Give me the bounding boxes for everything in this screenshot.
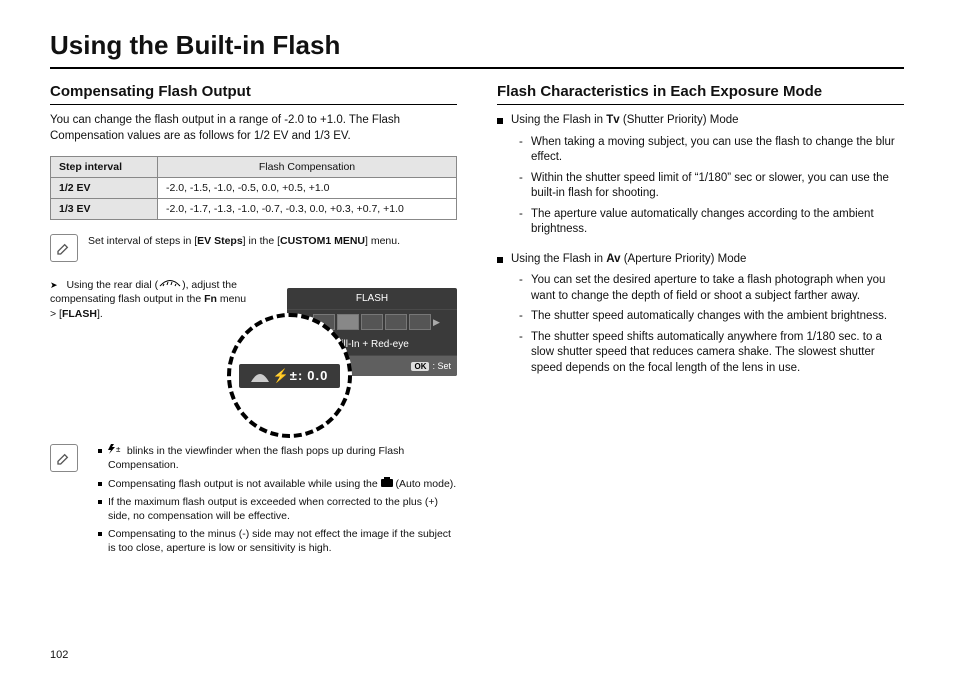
dial-scale-icon — [251, 370, 269, 382]
note-text: ] menu. — [365, 235, 400, 247]
zoom-flash-comp-value: ⚡±:0.0 — [239, 364, 341, 388]
svg-text:±: ± — [116, 445, 121, 454]
note-item: ± blinks in the viewfinder when the flas… — [98, 444, 457, 472]
section-heading-characteristics: Flash Characteristics in Each Exposure M… — [497, 83, 904, 105]
lcd-set-label: OK: Set — [411, 361, 451, 371]
lcd-title: FLASH — [287, 288, 457, 310]
flash-mode-icon — [361, 314, 383, 330]
note-text: ] in the [ — [243, 235, 280, 247]
callout-bold: Fn — [204, 293, 217, 305]
note-ev-steps: Set interval of steps in [EV Steps] in t… — [50, 234, 457, 262]
page-number: 102 — [50, 649, 68, 661]
flash-mode-icon — [409, 314, 431, 330]
zoom-detail-circle: ⚡±:0.0 — [227, 313, 352, 438]
list-item: The aperture value automatically changes… — [519, 207, 904, 238]
list-item: Within the shutter speed limit of “1/180… — [519, 171, 904, 202]
square-bullet-icon — [497, 257, 503, 263]
ok-badge: OK — [411, 362, 429, 371]
cell-step-1-3: 1/3 EV — [51, 199, 158, 220]
left-column: Compensating Flash Output You can change… — [50, 83, 457, 559]
flash-compensation-table: Step interval Flash Compensation 1/2 EV … — [50, 156, 457, 220]
rear-dial-icon — [158, 278, 182, 292]
callout-instruction: Using the rear dial (), adjust the compe… — [50, 278, 247, 321]
th-flash-compensation: Flash Compensation — [158, 157, 457, 178]
flash-comp-icon: ± — [108, 444, 124, 458]
pencil-note-icon — [50, 234, 78, 262]
page-title: Using the Built-in Flash — [50, 30, 904, 69]
notes-list: ± blinks in the viewfinder when the flas… — [88, 444, 457, 559]
th-step-interval: Step interval — [51, 157, 158, 178]
flash-mode-icon — [337, 314, 359, 330]
table-row: 1/2 EV -2.0, -1.5, -1.0, -0.5, 0.0, +0.5… — [51, 178, 457, 199]
flash-mode-icon — [385, 314, 407, 330]
cell-step-1-2: 1/2 EV — [51, 178, 158, 199]
note-item: If the maximum flash output is exceeded … — [98, 495, 457, 523]
mode-heading-tv: Using the Flash in Tv (Shutter Priority)… — [497, 113, 904, 129]
right-column: Flash Characteristics in Each Exposure M… — [497, 83, 904, 559]
table-row: 1/3 EV -2.0, -1.7, -1.3, -1.0, -0.7, -0.… — [51, 199, 457, 220]
list-item: The shutter speed shifts automatically a… — [519, 330, 904, 377]
callout-bold: FLASH — [62, 308, 97, 320]
list-item: The shutter speed automatically changes … — [519, 309, 904, 325]
list-item: You can set the desired aperture to take… — [519, 273, 904, 304]
auto-mode-icon — [381, 477, 393, 491]
note-item: Compensating flash output is not availab… — [98, 477, 457, 491]
tv-mode-list: When taking a moving subject, you can us… — [519, 135, 904, 238]
callout-text-part: Using the rear dial ( — [66, 279, 158, 291]
intro-text: You can change the flash output in a ran… — [50, 113, 457, 144]
square-bullet-icon — [497, 118, 503, 124]
av-mode-list: You can set the desired aperture to take… — [519, 273, 904, 376]
list-item: When taking a moving subject, you can us… — [519, 135, 904, 166]
pencil-note-icon — [50, 444, 78, 472]
mode-heading-av: Using the Flash in Av (Aperture Priority… — [497, 252, 904, 268]
note-bold: EV Steps — [197, 235, 243, 247]
cell-values-1-2: -2.0, -1.5, -1.0, -0.5, 0.0, +0.5, +1.0 — [158, 178, 457, 199]
note-item: Compensating to the minus (-) side may n… — [98, 527, 457, 555]
section-heading-compensating: Compensating Flash Output — [50, 83, 457, 105]
lcd-callout-graphic: FLASH ◀ ▶ Fill-In + Red-eye ⚡±0. — [257, 278, 457, 428]
note-bold: CUSTOM1 MENU — [280, 235, 365, 247]
note-text: Set interval of steps in [ — [88, 235, 197, 247]
cell-values-1-3: -2.0, -1.7, -1.3, -1.0, -0.7, -0.3, 0.0,… — [158, 199, 457, 220]
callout-text-part: ]. — [97, 308, 103, 320]
